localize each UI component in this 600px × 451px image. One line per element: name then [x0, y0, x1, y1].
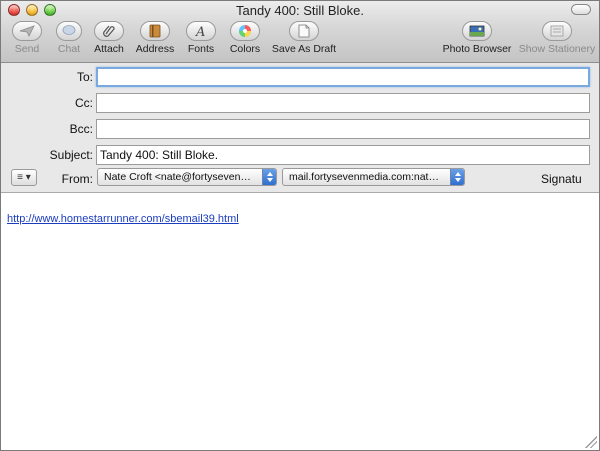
save-as-draft-button[interactable]: Save As Draft	[271, 21, 337, 55]
to-label: To:	[76, 70, 93, 84]
address-book-icon	[140, 21, 170, 41]
message-body[interactable]: http://www.homestarrunner.com/sbemail39.…	[1, 194, 599, 450]
svg-text:A: A	[195, 25, 205, 38]
cc-label: Cc:	[75, 96, 93, 110]
compose-window: Tandy 400: Still Bloke. Send Chat Attach	[0, 0, 600, 451]
paperclip-icon	[94, 21, 124, 41]
bcc-label: Bcc:	[69, 122, 93, 136]
signature-label: Signatu	[541, 172, 582, 186]
photo-browser-button[interactable]: Photo Browser	[442, 21, 512, 55]
attach-button[interactable]: Attach	[91, 21, 127, 55]
document-icon	[289, 21, 319, 41]
stationery-icon	[542, 21, 572, 41]
colors-button[interactable]: Colors	[227, 21, 263, 55]
window-title: Tandy 400: Still Bloke.	[236, 3, 364, 18]
chat-button[interactable]: Chat	[53, 21, 85, 55]
popup-arrows-icon	[262, 169, 276, 185]
popup-arrows-icon	[450, 169, 464, 185]
toolbar-area: Tandy 400: Still Bloke. Send Chat Attach	[1, 1, 599, 63]
fonts-button[interactable]: A Fonts	[184, 21, 218, 55]
from-account-select[interactable]: Nate Croft <nate@fortyseven…	[97, 168, 277, 186]
smtp-server-select[interactable]: mail.fortysevenmedia.com:nat…	[282, 168, 465, 186]
cc-field[interactable]	[96, 93, 590, 113]
photo-icon	[462, 21, 492, 41]
subject-label: Subject:	[49, 148, 93, 162]
message-link[interactable]: http://www.homestarrunner.com/sbemail39.…	[7, 213, 239, 225]
show-stationery-button[interactable]: Show Stationery	[517, 21, 597, 55]
smtp-server-value: mail.fortysevenmedia.com:nat…	[289, 171, 439, 183]
from-label: From:	[61, 172, 93, 186]
header-options-menu-button[interactable]: ≡ ▾	[11, 169, 37, 186]
address-button[interactable]: Address	[134, 21, 176, 55]
send-icon	[12, 21, 42, 41]
toolbar-toggle-button[interactable]	[571, 4, 591, 15]
color-wheel-icon	[230, 21, 260, 41]
from-account-value: Nate Croft <nate@fortyseven…	[104, 171, 251, 183]
to-field[interactable]	[96, 67, 590, 87]
header-fields: To: Cc: Bcc: Subject: Tandy 400: Still B…	[1, 63, 599, 193]
bcc-field[interactable]	[96, 119, 590, 139]
send-button[interactable]: Send	[8, 21, 46, 55]
subject-field[interactable]: Tandy 400: Still Bloke.	[96, 145, 590, 165]
chat-icon	[56, 21, 82, 41]
resize-grip-icon[interactable]	[585, 436, 597, 448]
fonts-icon: A	[186, 21, 216, 41]
